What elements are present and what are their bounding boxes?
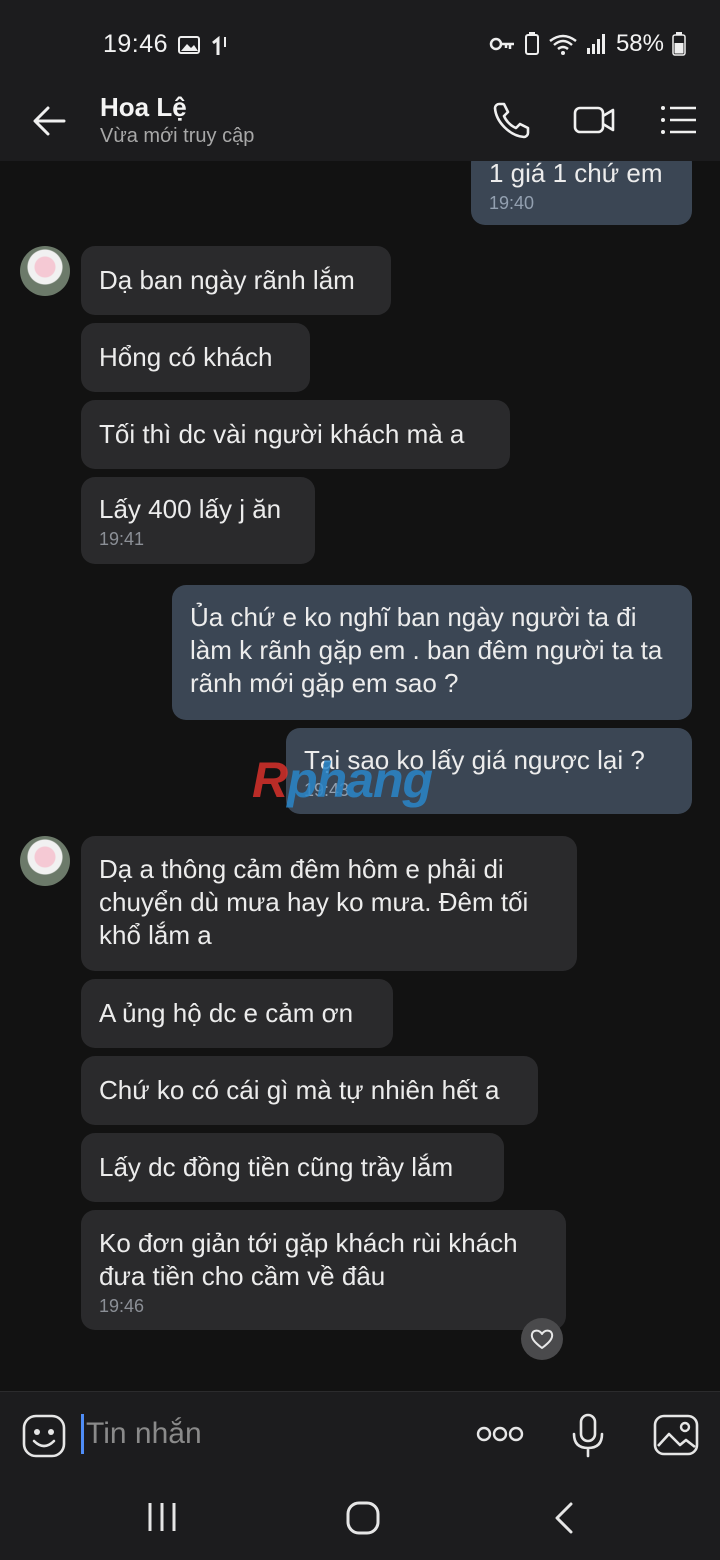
message-text: Hổng có khách [99,342,273,372]
emoji-icon[interactable] [22,1414,66,1458]
video-camera-icon[interactable] [572,98,616,142]
menu-list-icon[interactable] [656,98,700,142]
message-text: Tối thì dc vài người khách mà a [99,419,465,449]
heart-reaction-icon[interactable] [521,1318,563,1360]
battery-icon [672,32,686,56]
message-bubble-incoming[interactable]: Dạ a thông cảm đêm hôm e phải di chuyển … [81,836,577,971]
signal-icon [586,34,605,54]
microphone-icon[interactable] [570,1412,606,1460]
message-time: 19:40 [489,193,535,213]
contact-status: Vừa mới truy cập [100,125,255,147]
phone-icon[interactable] [490,98,534,142]
message-bubble-incoming[interactable]: Lấy dc đồng tiền cũng trầy lắm [81,1133,504,1202]
back-arrow-icon[interactable] [28,100,70,142]
message-bubble-incoming[interactable]: Dạ ban ngày rãnh lắm [81,246,391,315]
message-input-bar: Tin nhắn [0,1391,720,1478]
message-list[interactable]: 1 giá 1 chứ em 19:40 Dạ ban ngày rãnh lắ… [0,161,720,1391]
message-bubble-outgoing[interactable]: Ủa chứ e ko nghĩ ban ngày người ta đi là… [172,585,692,720]
watermark-logo: Rphang [252,752,433,808]
home-icon[interactable] [345,1500,381,1536]
gallery-notification-icon [178,36,200,54]
wifi-icon [549,34,577,55]
message-bubble-outgoing[interactable]: 1 giá 1 chứ em 19:40 [471,161,692,225]
back-nav-icon[interactable] [551,1500,577,1536]
chat-header: Hoa Lệ Vừa mới truy cập [0,78,720,161]
message-text: A ủng hộ dc e cảm ơn [99,998,354,1028]
system-navigation-bar [0,1478,720,1560]
message-text: Ủa chứ e ko nghĩ ban ngày người ta đi là… [190,602,663,698]
battery-percent: 58% [615,30,664,57]
message-time: 19:46 [99,1296,145,1316]
message-text: 1 giá 1 chứ em [489,161,663,188]
message-bubble-incoming[interactable]: Ko đơn giản tới gặp khách rùi khách đưa … [81,1210,566,1330]
message-bubble-incoming[interactable]: A ủng hộ dc e cảm ơn [81,979,393,1048]
message-bubble-incoming[interactable]: Lấy 400 lấy j ăn 19:41 [81,477,315,564]
message-time: 19:41 [99,529,145,549]
message-bubble-incoming[interactable]: Hổng có khách [81,323,310,392]
text-cursor [81,1414,84,1454]
message-text: Chứ ko có cái gì mà tự nhiên hết a [99,1075,500,1105]
message-input[interactable]: Tin nhắn [86,1417,202,1451]
more-options-icon[interactable] [476,1426,524,1442]
gallery-icon[interactable] [653,1414,699,1456]
status-bar: 19:46 58% [0,0,720,78]
message-text: Lấy 400 lấy j ăn [99,494,282,524]
avatar[interactable] [20,836,70,886]
message-bubble-incoming[interactable]: Tối thì dc vài người khách mà a [81,400,510,469]
message-text: Lấy dc đồng tiền cũng trầy lắm [99,1152,454,1182]
data-transfer-icon [212,35,226,55]
vpn-key-icon [489,37,514,51]
status-time: 19:46 [103,30,169,58]
avatar[interactable] [20,246,70,296]
message-text: Ko đơn giản tới gặp khách rùi khách đưa … [99,1228,518,1291]
message-bubble-incoming[interactable]: Chứ ko có cái gì mà tự nhiên hết a [81,1056,538,1125]
recent-apps-icon[interactable] [146,1500,178,1534]
message-text: Dạ ban ngày rãnh lắm [99,265,355,295]
battery-saver-icon [524,32,539,55]
message-text: Dạ a thông cảm đêm hôm e phải di chuyển … [99,854,529,950]
contact-name[interactable]: Hoa Lệ [100,92,187,123]
